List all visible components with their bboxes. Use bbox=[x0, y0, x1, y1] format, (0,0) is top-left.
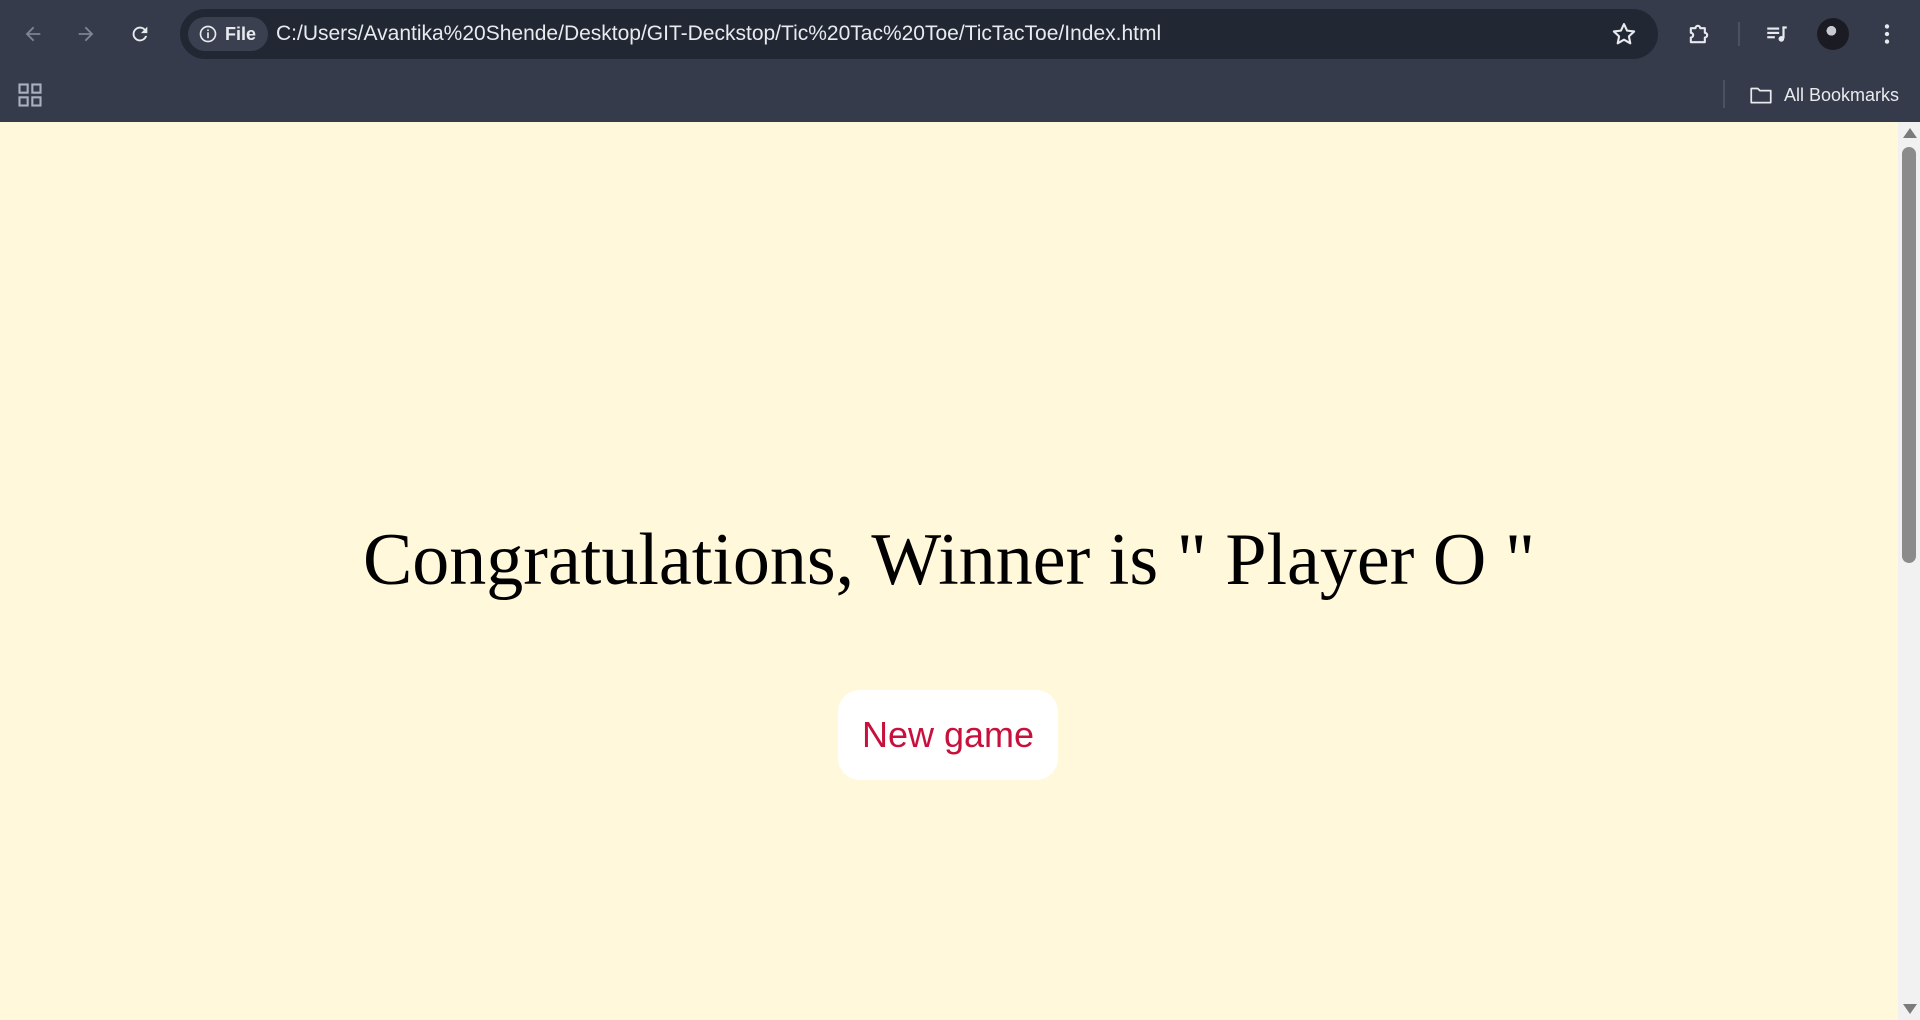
arrow-left-icon bbox=[25, 26, 41, 42]
winner-message: Congratulations, Winner is " Player O " bbox=[362, 519, 1536, 601]
browser-window: File C:/Users/Avantika%20Shende/Desktop/… bbox=[0, 0, 1920, 1020]
new-game-button[interactable]: New game bbox=[838, 690, 1058, 780]
apps-grid-icon[interactable] bbox=[16, 81, 44, 109]
bookmarks-divider bbox=[1723, 80, 1725, 108]
more-vertical-icon bbox=[1884, 24, 1890, 44]
scroll-thumb[interactable] bbox=[1902, 147, 1916, 563]
forward-button[interactable] bbox=[66, 14, 106, 54]
address-bar[interactable]: File C:/Users/Avantika%20Shende/Desktop/… bbox=[180, 9, 1658, 59]
browser-menu-button[interactable] bbox=[1870, 17, 1904, 51]
all-bookmarks-label: All Bookmarks bbox=[1784, 84, 1900, 105]
browser-toolbar: File C:/Users/Avantika%20Shende/Desktop/… bbox=[0, 0, 1920, 68]
profile-avatar[interactable] bbox=[1817, 18, 1849, 50]
page-scrollbar[interactable] bbox=[1898, 122, 1920, 1020]
info-icon bbox=[199, 25, 217, 43]
bookmarks-bar: All Bookmarks bbox=[0, 68, 1920, 122]
playlist-music-icon bbox=[1767, 26, 1787, 42]
extensions-button[interactable] bbox=[1682, 17, 1716, 51]
scroll-down-arrow-icon[interactable] bbox=[1903, 1004, 1917, 1014]
reload-icon bbox=[132, 26, 148, 42]
back-button[interactable] bbox=[13, 14, 53, 54]
toolbar-divider bbox=[1738, 22, 1740, 46]
puzzle-icon bbox=[1689, 24, 1709, 44]
arrow-right-icon bbox=[78, 26, 94, 42]
site-info-chip[interactable]: File bbox=[188, 17, 269, 51]
scroll-up-arrow-icon[interactable] bbox=[1903, 128, 1917, 138]
reload-button[interactable] bbox=[120, 14, 160, 54]
folder-icon bbox=[1750, 87, 1772, 104]
bookmark-star-icon[interactable] bbox=[1610, 20, 1638, 48]
site-chip-label: File bbox=[225, 23, 257, 44]
all-bookmarks-button[interactable]: All Bookmarks bbox=[1748, 80, 1899, 110]
url-text[interactable]: C:/Users/Avantika%20Shende/Desktop/GIT-D… bbox=[276, 9, 1161, 59]
media-controls-button[interactable] bbox=[1760, 17, 1794, 51]
page-content: Congratulations, Winner is " Player O " … bbox=[0, 122, 1898, 1020]
